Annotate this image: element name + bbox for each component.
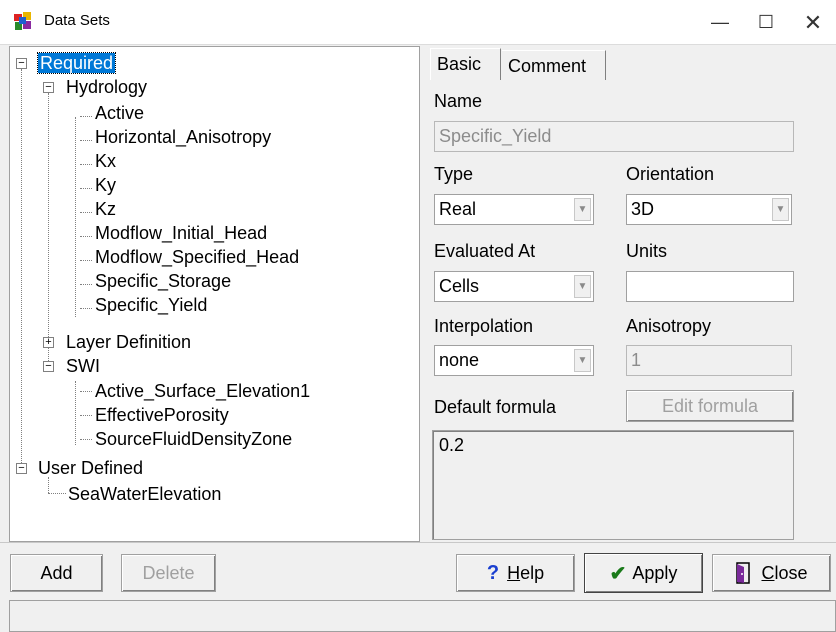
chevron-down-icon[interactable]: ▼: [574, 275, 591, 298]
window-title: Data Sets: [44, 12, 110, 29]
evaluated-at-select-value: Cells: [439, 276, 480, 296]
tree-line: [80, 415, 92, 416]
tree-line: [80, 439, 92, 440]
tree-node-effective-porosity[interactable]: EffectivePorosity: [95, 404, 229, 426]
status-bar: [9, 600, 836, 632]
orientation-select[interactable]: 3D ▼: [626, 194, 792, 225]
expand-icon[interactable]: +: [43, 337, 54, 348]
add-button[interactable]: Add: [10, 554, 103, 592]
tree-node-layer-definition[interactable]: Layer Definition: [66, 331, 191, 353]
tree-line: [80, 260, 92, 261]
name-field: Specific_Yield: [434, 121, 794, 152]
tree-node-source-fluid-density-zone[interactable]: SourceFluidDensityZone: [95, 428, 292, 450]
tree-node-label: Layer Definition: [66, 332, 192, 352]
units-input[interactable]: [626, 271, 794, 302]
chevron-down-icon[interactable]: ▼: [772, 198, 789, 221]
tree-node-modflow-initial-head[interactable]: Modflow_Initial_Head: [95, 222, 267, 244]
tree-line: [75, 117, 76, 317]
tree-line: [80, 164, 92, 165]
type-select[interactable]: Real ▼: [434, 194, 594, 225]
chevron-down-icon[interactable]: ▼: [574, 198, 591, 221]
tree-line: [80, 140, 92, 141]
data-set-tree[interactable]: − Required − Hydrology Active Horizontal…: [9, 46, 420, 542]
help-button[interactable]: ? Help: [456, 554, 575, 592]
tree-node-label: Hydrology: [66, 77, 148, 97]
interpolation-select-value: none: [439, 350, 480, 370]
name-label: Name: [434, 91, 483, 111]
tree-line: [80, 212, 92, 213]
apply-button[interactable]: ✔ Apply: [584, 553, 703, 593]
collapse-icon[interactable]: −: [16, 463, 27, 474]
tree-line: [80, 308, 92, 309]
evaluated-at-select[interactable]: Cells ▼: [434, 271, 594, 302]
tree-node-sea-water-elevation[interactable]: SeaWaterElevation: [68, 483, 221, 505]
apply-label: Apply: [632, 562, 678, 583]
type-select-value: Real: [439, 199, 477, 219]
default-formula-label: Default formula: [434, 397, 557, 417]
properties-panel: Basic Comment Name Specific_Yield Type R…: [420, 46, 836, 542]
tree-node-required[interactable]: Required: [36, 52, 117, 74]
close-window-button[interactable]: ✕: [790, 0, 836, 45]
tree-node-label: User Defined: [38, 458, 144, 478]
app-icon: [14, 12, 31, 30]
tree-node-hydrology[interactable]: Hydrology: [66, 76, 147, 98]
tree-line: [48, 93, 49, 371]
checkmark-icon: ✔: [609, 562, 627, 585]
anisotropy-field: 1: [626, 345, 792, 376]
tree-line: [75, 381, 76, 445]
units-label: Units: [626, 241, 668, 261]
tree-node-modflow-specified-head[interactable]: Modflow_Specified_Head: [95, 246, 299, 268]
tree-node-horizontal-anisotropy[interactable]: Horizontal_Anisotropy: [95, 126, 271, 148]
tree-node-active-surface-elevation1[interactable]: Active_Surface_Elevation1: [95, 380, 310, 402]
collapse-icon[interactable]: −: [16, 58, 27, 69]
interpolation-label: Interpolation: [434, 316, 534, 336]
tab-basic[interactable]: Basic: [430, 48, 501, 80]
help-accelerator: H: [507, 562, 521, 583]
tree-line: [80, 284, 92, 285]
anisotropy-label: Anisotropy: [626, 316, 712, 336]
tree-line: [80, 391, 92, 392]
close-label: lose: [774, 562, 808, 583]
default-formula-box[interactable]: 0.2: [432, 430, 794, 540]
tree-node-swi[interactable]: SWI: [66, 355, 100, 377]
tree-line: [80, 236, 92, 237]
collapse-icon[interactable]: −: [43, 82, 54, 93]
tree-node-active[interactable]: Active: [95, 102, 144, 124]
help-label: elp: [520, 562, 545, 583]
edit-formula-button[interactable]: Edit formula: [626, 390, 794, 422]
type-label: Type: [434, 164, 474, 184]
tree-node-kx[interactable]: Kx: [95, 150, 116, 172]
close-button[interactable]: Close: [712, 554, 831, 592]
tree-line: [80, 116, 92, 117]
tree-node-label: SWI: [66, 356, 100, 376]
tab-comment[interactable]: Comment: [502, 50, 606, 80]
tree-node-label: Required: [36, 52, 117, 74]
tree-node-kz[interactable]: Kz: [95, 198, 116, 220]
delete-button[interactable]: Delete: [121, 554, 216, 592]
close-accelerator: C: [761, 562, 775, 583]
minimize-button[interactable]: —: [697, 0, 743, 45]
interpolation-select[interactable]: none ▼: [434, 345, 594, 376]
maximize-button[interactable]: ☐: [743, 0, 789, 45]
orientation-label: Orientation: [626, 164, 715, 184]
chevron-down-icon[interactable]: ▼: [574, 349, 591, 372]
tree-line: [21, 69, 22, 467]
tree-line: [48, 477, 49, 493]
tree-node-specific-storage[interactable]: Specific_Storage: [95, 270, 231, 292]
orientation-select-value: 3D: [631, 199, 655, 219]
title-bar: Data Sets — ☐ ✕: [0, 0, 836, 45]
help-icon: ?: [486, 561, 500, 584]
tree-node-ky[interactable]: Ky: [95, 174, 116, 196]
tree-line: [80, 188, 92, 189]
tree-node-specific-yield[interactable]: Specific_Yield: [95, 294, 207, 316]
tree-line: [48, 493, 66, 494]
tree-node-user-defined[interactable]: User Defined: [38, 457, 143, 479]
evaluated-at-label: Evaluated At: [434, 241, 536, 261]
door-exit-icon: [736, 562, 751, 584]
collapse-icon[interactable]: −: [43, 361, 54, 372]
button-bar: Add Delete ? Help ✔ Apply Close: [0, 542, 836, 598]
